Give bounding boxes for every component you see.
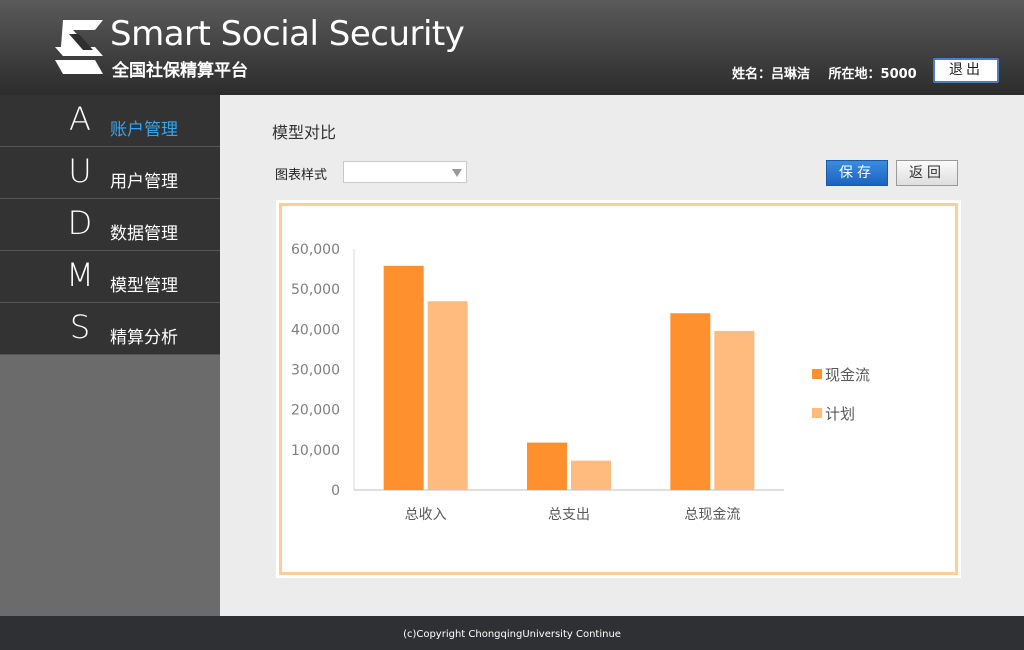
y-tick-label: 40,000 bbox=[291, 322, 340, 338]
bar bbox=[383, 265, 424, 490]
sidebar-item-account[interactable]: A 账户管理 bbox=[0, 95, 220, 147]
letter-d-icon: D bbox=[67, 204, 93, 242]
letter-a-icon: A bbox=[69, 100, 91, 138]
user-info: 姓名：吕琳洁 所在地：5000 bbox=[732, 63, 931, 82]
y-tick-label: 60,000 bbox=[291, 242, 340, 258]
legend-swatch bbox=[812, 408, 822, 418]
x-tick-label: 总支出 bbox=[548, 507, 590, 523]
app-header: Smart Social Security 全国社保精算平台 姓名：吕琳洁 所在… bbox=[0, 0, 1024, 95]
chart-style-label: 图表样式 bbox=[275, 168, 328, 183]
y-tick-label: 20,000 bbox=[291, 403, 340, 419]
save-button[interactable]: 保存 bbox=[826, 160, 888, 186]
sidebar-item-label: 用户管理 bbox=[110, 172, 178, 192]
sidebar-item-models[interactable]: M 模型管理 bbox=[0, 251, 220, 303]
sidebar-item-label: 账户管理 bbox=[110, 120, 178, 140]
legend-label: 现金流 bbox=[825, 366, 870, 384]
sidebar-item-users[interactable]: U 用户管理 bbox=[0, 147, 220, 199]
user-location: 所在地：5000 bbox=[828, 67, 917, 82]
chart-border: 60,000 50,000 40,000 30,000 20,000 10,000 0 总收入… bbox=[279, 203, 958, 575]
bar bbox=[670, 313, 711, 490]
chevron-down-icon bbox=[452, 169, 462, 177]
legend-label: 计划 bbox=[825, 405, 855, 423]
y-tick-label: 10,000 bbox=[291, 443, 340, 459]
legend-swatch bbox=[812, 369, 822, 379]
bar-chart: 60,000 50,000 40,000 30,000 20,000 10,000 0 总收入… bbox=[291, 242, 870, 523]
sidebar: A 账户管理 U 用户管理 D 数据管理 M 模型管理 S 精算分析 bbox=[0, 95, 220, 616]
copyright-text: (c)Copyright ChongqingUniversity Continu… bbox=[403, 629, 621, 640]
footer: (c)Copyright ChongqingUniversity Continu… bbox=[0, 616, 1024, 650]
bar bbox=[527, 442, 567, 490]
back-button[interactable]: 返回 bbox=[896, 160, 958, 186]
x-tick-label: 总收入 bbox=[405, 507, 447, 523]
logo-icon bbox=[55, 20, 103, 74]
chart-style-select[interactable] bbox=[343, 161, 467, 183]
sidebar-item-analysis[interactable]: S 精算分析 bbox=[0, 303, 220, 355]
y-tick-label: 0 bbox=[331, 483, 340, 499]
app-title: Smart Social Security bbox=[110, 14, 465, 54]
app-subtitle: 全国社保精算平台 bbox=[112, 61, 248, 81]
user-name: 姓名：吕琳洁 bbox=[732, 67, 811, 82]
x-tick-label: 总现金流 bbox=[684, 507, 740, 523]
chart-panel: 60,000 50,000 40,000 30,000 20,000 10,000 0 总收入… bbox=[276, 200, 961, 578]
sidebar-item-data[interactable]: D 数据管理 bbox=[0, 199, 220, 251]
bar bbox=[427, 301, 468, 490]
letter-s-icon: S bbox=[69, 308, 91, 346]
letter-u-icon: U bbox=[68, 152, 92, 190]
logout-button[interactable]: 退出 bbox=[933, 58, 999, 83]
bar bbox=[571, 460, 611, 490]
y-tick-label: 30,000 bbox=[291, 363, 340, 379]
page-title: 模型对比 bbox=[272, 123, 337, 142]
letter-m-icon: M bbox=[66, 256, 94, 294]
sidebar-item-label: 模型管理 bbox=[110, 276, 178, 296]
y-tick-label: 50,000 bbox=[291, 282, 340, 298]
sidebar-item-label: 精算分析 bbox=[110, 328, 178, 348]
sidebar-item-label: 数据管理 bbox=[110, 224, 178, 244]
main-content: 模型对比 图表样式 保存 返回 60,000 50,000 40,000 30,000… bbox=[220, 95, 1024, 616]
bar bbox=[714, 330, 755, 490]
